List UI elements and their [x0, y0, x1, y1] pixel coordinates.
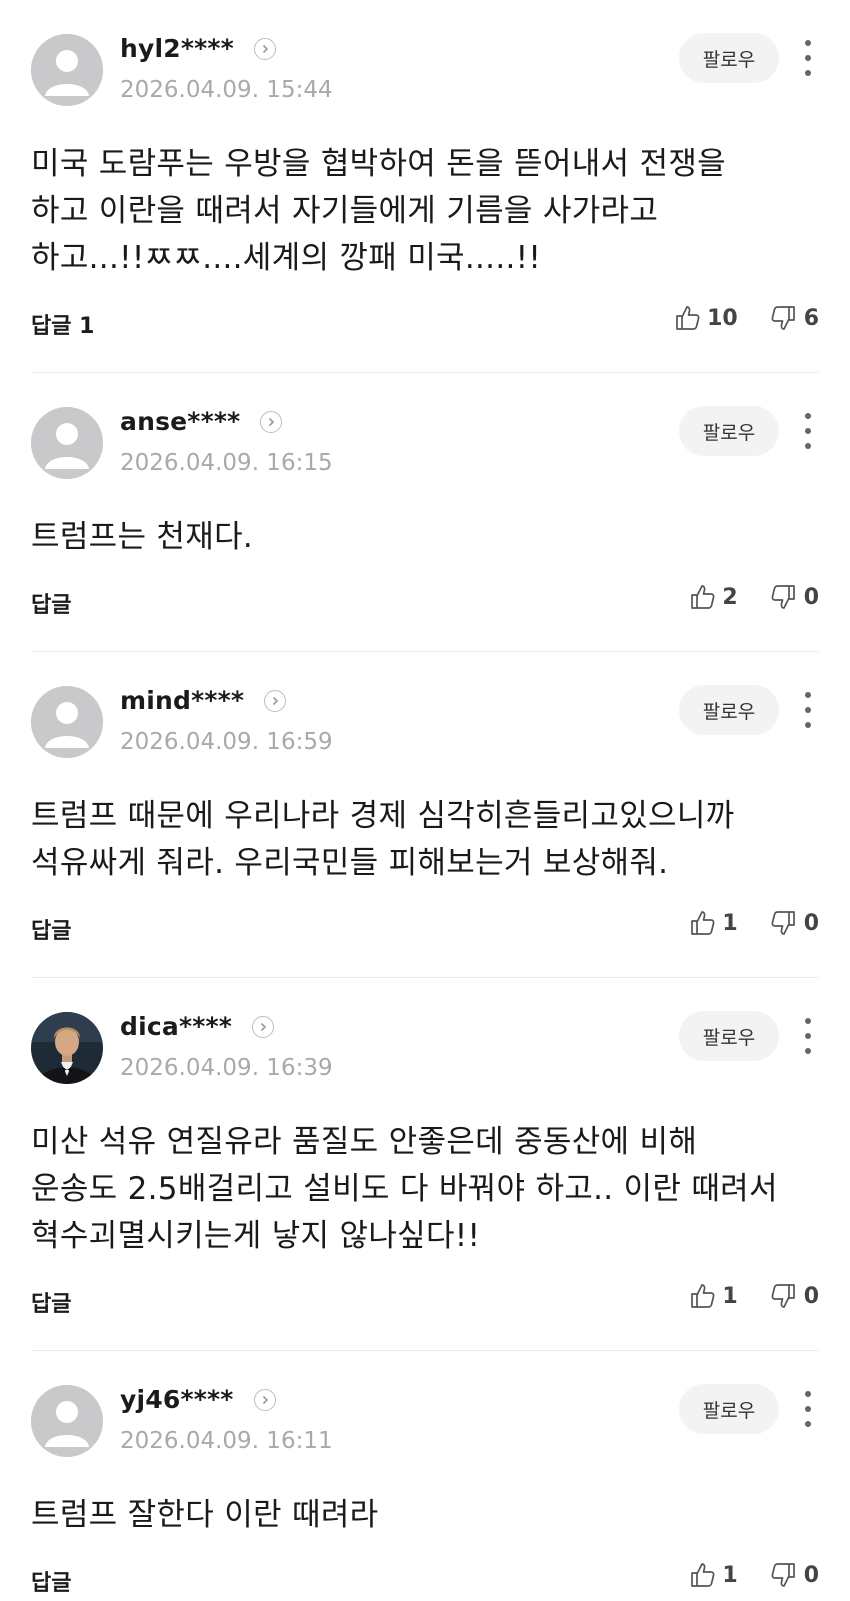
like-button[interactable]: 2: [688, 583, 738, 611]
comment-date: 2026.04.09. 16:39: [120, 1055, 333, 1081]
like-count: 1: [722, 1562, 738, 1588]
like-count: 2: [722, 584, 738, 610]
nickname[interactable]: hyl2****: [120, 34, 234, 63]
chevron-right-icon[interactable]: [253, 37, 276, 60]
chevron-right-icon[interactable]: [253, 1388, 276, 1411]
nickname[interactable]: mind****: [120, 686, 244, 715]
thumbs-down-icon: [771, 1284, 795, 1308]
comment-list: hyl2**** 2026.04.09. 15:44 팔로우 미국 도람푸는 우…: [0, 0, 850, 1601]
nickname[interactable]: dica****: [120, 1012, 232, 1041]
like-button[interactable]: 1: [688, 1561, 738, 1589]
comment-date: 2026.04.09. 15:44: [120, 77, 333, 103]
comment-text: 미산 석유 연질유라 품질도 안좋은데 중동산에 비해 운송도 2.5배걸리고 …: [31, 1124, 778, 1254]
dislike-count: 0: [803, 584, 819, 610]
like-count: 1: [722, 910, 738, 936]
reply-button[interactable]: 답글: [31, 913, 71, 945]
avatar[interactable]: [31, 1385, 103, 1457]
follow-button[interactable]: 팔로우: [679, 406, 779, 456]
avatar[interactable]: [31, 1012, 103, 1084]
follow-button[interactable]: 팔로우: [679, 1384, 779, 1434]
comment-item: hyl2**** 2026.04.09. 15:44 팔로우 미국 도람푸는 우…: [31, 0, 819, 373]
thumbs-up-icon: [691, 1563, 715, 1587]
thumbs-down-icon: [771, 1563, 795, 1587]
comment-item: dica**** 2026.04.09. 16:39 팔로우 미산 석유 연질유…: [31, 978, 819, 1351]
thumbs-up-icon: [691, 585, 715, 609]
like-button[interactable]: 1: [688, 909, 738, 937]
chevron-right-icon[interactable]: [252, 1015, 275, 1038]
like-count: 10: [707, 305, 738, 331]
comment-date: 2026.04.09. 16:11: [120, 1428, 333, 1454]
thumbs-up-icon: [676, 306, 700, 330]
more-options-icon[interactable]: [801, 1018, 815, 1054]
dislike-count: 0: [803, 1283, 819, 1309]
avatar[interactable]: [31, 686, 103, 758]
follow-button[interactable]: 팔로우: [679, 1011, 779, 1061]
dislike-button[interactable]: 0: [770, 1561, 819, 1589]
nickname[interactable]: yj46****: [120, 1385, 234, 1414]
comment-date: 2026.04.09. 16:59: [120, 729, 333, 755]
dislike-button[interactable]: 0: [770, 909, 819, 937]
thumbs-down-icon: [771, 911, 795, 935]
dislike-button[interactable]: 6: [770, 304, 819, 332]
chevron-right-icon[interactable]: [260, 410, 283, 433]
nickname[interactable]: anse****: [120, 407, 240, 436]
follow-button[interactable]: 팔로우: [679, 685, 779, 735]
more-options-icon[interactable]: [801, 413, 815, 449]
like-count: 1: [722, 1283, 738, 1309]
reply-button[interactable]: 답글: [31, 1565, 71, 1597]
thumbs-down-icon: [771, 306, 795, 330]
comment-item: anse**** 2026.04.09. 16:15 팔로우 트럼프는 천재다.…: [31, 373, 819, 652]
avatar[interactable]: [31, 34, 103, 106]
dislike-button[interactable]: 0: [770, 583, 819, 611]
comment-text: 트럼프는 천재다.: [31, 519, 254, 555]
dislike-count: 0: [803, 910, 819, 936]
thumbs-up-icon: [691, 911, 715, 935]
avatar[interactable]: [31, 407, 103, 479]
follow-button[interactable]: 팔로우: [679, 33, 779, 83]
dislike-count: 6: [803, 305, 819, 331]
thumbs-up-icon: [691, 1284, 715, 1308]
like-button[interactable]: 1: [688, 1282, 738, 1310]
reply-button[interactable]: 답글: [31, 1286, 71, 1318]
comment-item: yj46**** 2026.04.09. 16:11 팔로우 트럼프 잘한다 이…: [31, 1351, 819, 1601]
chevron-right-icon[interactable]: [264, 689, 287, 712]
reply-button[interactable]: 답글: [31, 587, 71, 619]
comment-item: mind**** 2026.04.09. 16:59 팔로우 트럼프 때문에 우…: [31, 652, 819, 978]
more-options-icon[interactable]: [801, 692, 815, 728]
reply-button[interactable]: 답글 1: [31, 308, 94, 340]
comment-text: 미국 도람푸는 우방을 협박하여 돈을 뜯어내서 전쟁을 하고 이란을 때려서 …: [31, 146, 726, 276]
dislike-count: 0: [803, 1562, 819, 1588]
comment-date: 2026.04.09. 16:15: [120, 450, 333, 476]
thumbs-down-icon: [771, 585, 795, 609]
dislike-button[interactable]: 0: [770, 1282, 819, 1310]
comment-text: 트럼프 때문에 우리나라 경제 심각히흔들리고있으니까 석유싸게 줘라. 우리국…: [31, 798, 735, 881]
comment-text: 트럼프 잘한다 이란 때려라: [31, 1497, 379, 1533]
more-options-icon[interactable]: [801, 1391, 815, 1427]
like-button[interactable]: 10: [673, 304, 738, 332]
more-options-icon[interactable]: [801, 40, 815, 76]
